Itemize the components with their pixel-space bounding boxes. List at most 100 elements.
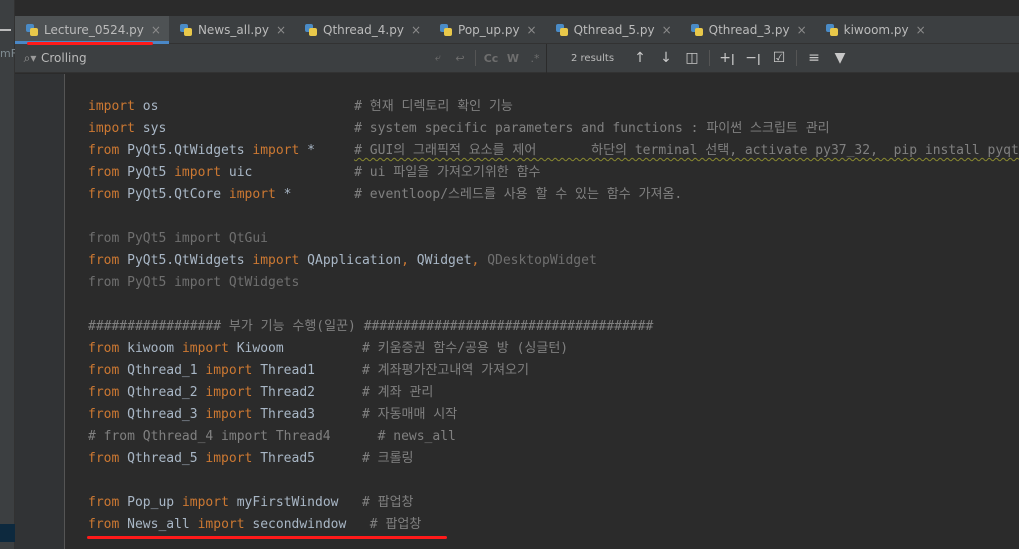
code-line[interactable]: 16from Qthread_3 import Thread3 # 자동매매 시… xyxy=(66,404,1019,426)
code-text: import sys # system specific parameters … xyxy=(88,118,830,140)
code-token: from xyxy=(88,407,120,422)
code-line[interactable]: 3import sys # system specific parameters… xyxy=(66,118,1019,140)
search-input[interactable] xyxy=(41,51,427,65)
code-line[interactable]: 17# from Qthread_4 import Thread4 # news… xyxy=(66,426,1019,448)
code-token: QDesktopWidget xyxy=(487,253,597,268)
code-token: from xyxy=(88,385,120,400)
close-icon[interactable]: × xyxy=(797,23,807,37)
code-token: import xyxy=(252,253,300,268)
code-token: kiwoom xyxy=(119,341,182,356)
code-line[interactable]: 7 xyxy=(66,206,1019,228)
code-token: import xyxy=(205,407,253,422)
tab-pop_up-py[interactable]: Pop_up.py × xyxy=(429,16,545,44)
words-button[interactable]: W xyxy=(502,52,524,65)
code-token: from xyxy=(88,187,120,202)
code-line[interactable]: 5from PyQt5 import uic # ui 파일을 가져오기위한 함… xyxy=(66,162,1019,184)
tab-qthread_4-py[interactable]: Qthread_4.py × xyxy=(294,16,429,44)
tab-news_all-py[interactable]: News_all.py × xyxy=(169,16,294,44)
code-token: from xyxy=(88,143,120,158)
code-line[interactable]: 14from Qthread_1 import Thread1 # 계좌평가잔고… xyxy=(66,360,1019,382)
close-icon[interactable]: × xyxy=(276,23,286,37)
python-file-icon xyxy=(690,23,704,37)
find-bar: ⌕▾ ⤶ ↩ Cc W .* 2 results ↑ ↓ ◫ +ꞁ −ꞁ ☑ ≡… xyxy=(15,43,1019,73)
code-token: Qthread_1 xyxy=(119,363,206,378)
tab-kiwoom-py[interactable]: kiwoom.py × xyxy=(815,16,934,44)
previous-occurrence-icon[interactable]: ↑ xyxy=(627,50,653,66)
code-text: from PyQt5 import QtWidgets xyxy=(88,272,299,294)
close-icon[interactable]: × xyxy=(662,23,672,37)
code-line[interactable]: 20from Pop_up import myFirstWindow # 팝업창 xyxy=(66,492,1019,514)
code-editor[interactable]: 12import os # 현재 디렉토리 확인 기능3import sys #… xyxy=(66,74,1019,549)
python-file-icon xyxy=(304,23,318,37)
editor-tab-bar: Lecture_0524.py × News_all.py × Qthread_4.py… xyxy=(15,16,1019,44)
code-token: # 팝업창 xyxy=(369,517,422,532)
code-text: from PyQt5.QtWidgets import QApplication… xyxy=(88,250,597,272)
code-text: from PyQt5 import uic # ui 파일을 가져오기위한 함수 xyxy=(88,162,541,184)
code-token: PyQt5.QtWidgets xyxy=(119,143,253,158)
newline-icon[interactable]: ⤶ xyxy=(427,51,449,65)
code-line[interactable]: 13from kiwoom import Kiwoom # 키움증권 함수/공용… xyxy=(66,338,1019,360)
filter-icon[interactable]: ▼ xyxy=(827,50,853,66)
code-token: Thread5 xyxy=(252,451,362,466)
code-text: from Qthread_1 import Thread1 # 계좌평가잔고내역… xyxy=(88,360,529,382)
python-file-icon xyxy=(439,23,453,37)
code-token: from xyxy=(88,165,120,180)
code-line[interactable]: 6from PyQt5.QtCore import * # eventloop/… xyxy=(66,184,1019,206)
add-occurrence-icon[interactable]: +ꞁ xyxy=(714,50,740,66)
code-token: # 팝업창 xyxy=(361,495,414,510)
code-token: from xyxy=(88,451,120,466)
code-line[interactable]: 4from PyQt5.QtWidgets import * # GUI의 그래… xyxy=(66,140,1019,162)
next-occurrence-icon[interactable]: ↓ xyxy=(653,50,679,66)
code-token: # from Qthread_4 import Thread4 # news_a… xyxy=(88,429,456,444)
code-token: import xyxy=(88,121,135,136)
code-token: from xyxy=(88,253,120,268)
tab-qthread_5-py[interactable]: Qthread_5.py × xyxy=(545,16,680,44)
code-token: from xyxy=(88,363,120,378)
select-all-occurrences-icon[interactable]: ☑ xyxy=(766,50,792,66)
tab-lecture_0524-py[interactable]: Lecture_0524.py × xyxy=(15,16,169,44)
close-icon[interactable]: × xyxy=(411,23,421,37)
code-token: import xyxy=(205,363,253,378)
replace-toggle-icon[interactable]: ↩ xyxy=(449,52,471,65)
regex-button[interactable]: .* xyxy=(524,52,546,65)
filter-lines-icon[interactable]: ≡ xyxy=(801,50,827,66)
code-text: from Qthread_5 import Thread5 # 크롤링 xyxy=(88,448,414,470)
collapse-handle[interactable] xyxy=(0,29,11,31)
code-line[interactable]: 18from Qthread_5 import Thread5 # 크롤링 xyxy=(66,448,1019,470)
code-token: from xyxy=(88,517,120,532)
code-token: uic xyxy=(221,165,355,180)
code-line[interactable]: 1 xyxy=(66,74,1019,96)
code-line[interactable]: 8from PyQt5 import QtGui xyxy=(66,228,1019,250)
open-in-window-icon[interactable]: ◫ xyxy=(679,50,705,66)
search-icon[interactable]: ⌕▾ xyxy=(19,51,41,66)
code-line[interactable]: 15from Qthread_2 import Thread2 # 계좌 관리 xyxy=(66,382,1019,404)
match-case-button[interactable]: Cc xyxy=(480,52,502,65)
code-token: Qthread_3 xyxy=(119,407,206,422)
code-token: from xyxy=(88,341,120,356)
close-icon[interactable]: × xyxy=(151,23,161,37)
code-token: import xyxy=(174,165,222,180)
code-line[interactable]: 21from News_all import secondwindow # 팝업… xyxy=(66,514,1019,536)
tab-qthread_3-py[interactable]: Qthread_3.py × xyxy=(680,16,815,44)
remove-occurrence-icon[interactable]: −ꞁ xyxy=(740,50,766,66)
code-token: import xyxy=(181,495,229,510)
code-token: Kiwoom xyxy=(228,341,362,356)
code-line[interactable]: 10from PyQt5 import QtWidgets xyxy=(66,272,1019,294)
code-line[interactable]: 9from PyQt5.QtWidgets import QApplicatio… xyxy=(66,250,1019,272)
code-line[interactable]: 2import os # 현재 디렉토리 확인 기능 xyxy=(66,96,1019,118)
code-line[interactable]: 12################# 부가 기능 수행(일꾼) #######… xyxy=(66,316,1019,338)
code-token: PyQt5 xyxy=(119,165,175,180)
separator xyxy=(709,50,710,66)
project-tool-window-edge[interactable]: mF xyxy=(0,0,15,549)
code-text: from PyQt5.QtWidgets import * # GUI의 그래픽… xyxy=(88,140,1019,162)
close-icon[interactable]: × xyxy=(916,23,926,37)
code-token: , xyxy=(401,253,417,268)
code-token: from PyQt5 import QtGui xyxy=(88,231,269,246)
code-line[interactable]: 19 xyxy=(66,470,1019,492)
tab-label: Qthread_5.py xyxy=(573,23,655,37)
code-line[interactable]: 11 xyxy=(66,294,1019,316)
line-number-gutter[interactable] xyxy=(15,74,65,549)
code-text: from Qthread_3 import Thread3 # 자동매매 시작 xyxy=(88,404,457,426)
close-icon[interactable]: × xyxy=(527,23,537,37)
selected-tree-row xyxy=(0,524,15,542)
